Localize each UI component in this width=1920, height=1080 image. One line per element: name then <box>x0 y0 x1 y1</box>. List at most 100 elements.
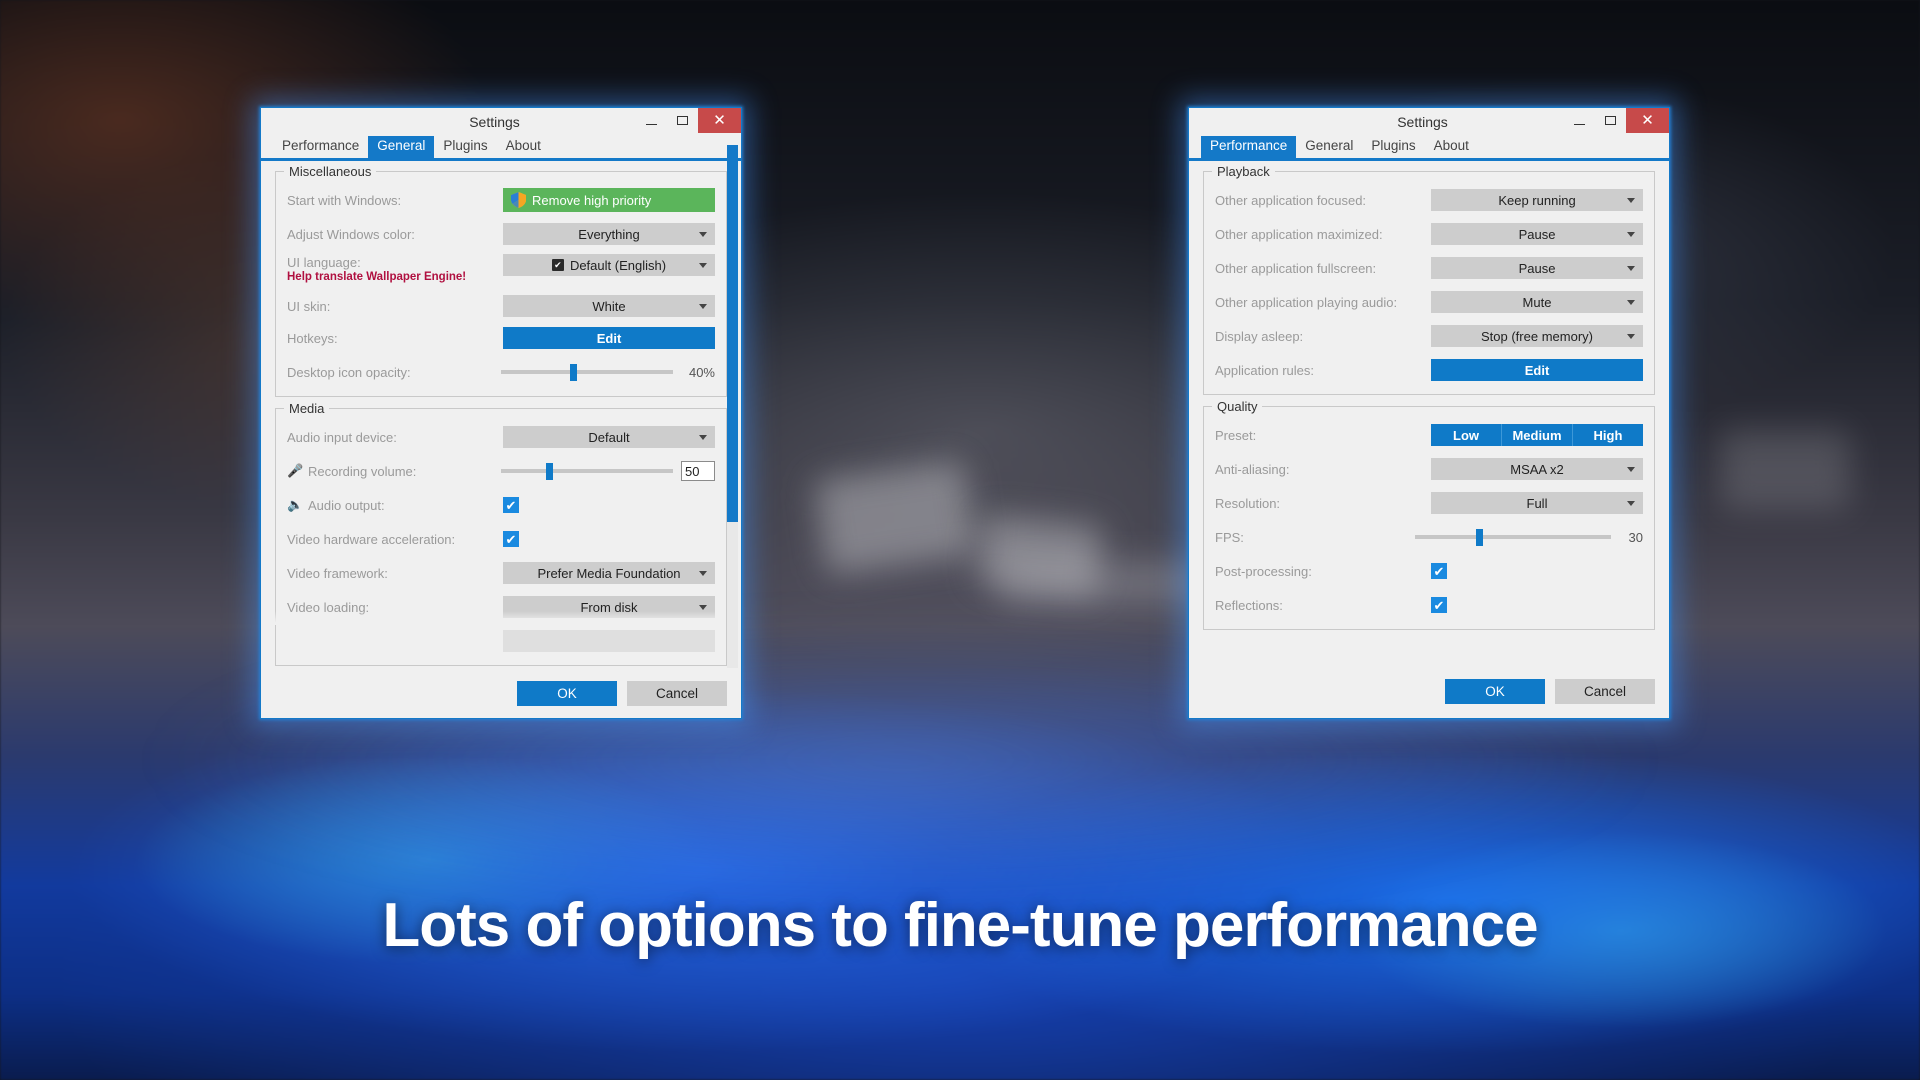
ui-language-select[interactable]: ✔ Default (English) <box>503 254 715 276</box>
cancel-button[interactable]: Cancel <box>627 681 727 706</box>
application-rules-edit-button[interactable]: Edit <box>1431 359 1643 381</box>
display-asleep-value: Stop (free memory) <box>1481 328 1593 344</box>
tab-performance[interactable]: Performance <box>273 135 368 158</box>
row-other-application-fullscreen: Other application fullscreen: Pause <box>1215 254 1643 282</box>
control-other-application-fullscreen: Pause <box>1431 257 1643 279</box>
row-start-with-windows: Start with Windows: Remove high priority <box>287 186 715 214</box>
row-video-loading: Video loading: From disk <box>287 593 715 621</box>
group-title-quality: Quality <box>1212 399 1263 414</box>
recording-volume-slider[interactable] <box>501 460 673 482</box>
chevron-down-icon <box>699 435 707 440</box>
anti-aliasing-select[interactable]: MSAA x2 <box>1431 458 1643 480</box>
label-video-hardware-acceleration: Video hardware acceleration: <box>287 531 456 547</box>
label-other-application-maximized: Other application maximized: <box>1215 226 1383 242</box>
settings-content: Miscellaneous Start with Windows: Remove… <box>261 161 741 673</box>
chevron-down-icon <box>1627 334 1635 339</box>
ok-button[interactable]: OK <box>1445 679 1545 704</box>
audio-output-checkbox[interactable]: ✔ <box>503 497 519 513</box>
label-display-asleep: Display asleep: <box>1215 328 1304 344</box>
post-processing-checkbox[interactable]: ✔ <box>1431 563 1447 579</box>
slider-thumb[interactable] <box>1475 529 1483 546</box>
preset-option-medium[interactable]: Medium <box>1502 424 1573 446</box>
label-video-framework: Video framework: <box>287 565 388 581</box>
control-fps: 30 <box>1415 526 1643 548</box>
row-audio-input-device: Audio input device: Default <box>287 423 715 451</box>
tabstrip: Performance General Plugins About <box>1189 134 1669 161</box>
preset-segmented-control: Low Medium High <box>1431 424 1643 446</box>
video-loading-select[interactable]: From disk <box>503 596 715 618</box>
titlebar[interactable]: Settings ✕ <box>261 108 741 136</box>
adjust-windows-color-select[interactable]: Everything <box>503 223 715 245</box>
display-asleep-select[interactable]: Stop (free memory) <box>1431 325 1643 347</box>
other-application-maximized-select[interactable]: Pause <box>1431 223 1643 245</box>
settings-dialog-general: Settings ✕ Performance General Plugins A… <box>260 107 742 719</box>
other-application-playing-audio-select[interactable]: Mute <box>1431 291 1643 313</box>
tab-plugins[interactable]: Plugins <box>1362 135 1424 158</box>
hidden-select[interactable] <box>503 630 715 652</box>
control-video-hardware-acceleration: ✔ <box>503 531 715 547</box>
video-framework-select[interactable]: Prefer Media Foundation <box>503 562 715 584</box>
other-application-focused-select[interactable]: Keep running <box>1431 189 1643 211</box>
preset-option-high[interactable]: High <box>1573 424 1643 446</box>
control-video-framework: Prefer Media Foundation <box>503 562 715 584</box>
tab-about[interactable]: About <box>1425 135 1478 158</box>
remove-high-priority-button[interactable]: Remove high priority <box>503 188 715 212</box>
minimize-button[interactable] <box>636 108 667 133</box>
control-ui-skin: White <box>503 295 715 317</box>
row-ui-skin: UI skin: White <box>287 294 715 318</box>
group-title-playback: Playback <box>1212 164 1275 179</box>
scrollbar-thumb[interactable] <box>727 145 738 522</box>
reflections-checkbox[interactable]: ✔ <box>1431 597 1447 613</box>
video-hardware-acceleration-checkbox[interactable]: ✔ <box>503 531 519 547</box>
label-other-application-focused: Other application focused: <box>1215 192 1367 208</box>
anti-aliasing-value: MSAA x2 <box>1510 461 1564 477</box>
label-preset: Preset: <box>1215 427 1257 443</box>
tab-about[interactable]: About <box>497 135 550 158</box>
control-video-loading: From disk <box>503 596 715 618</box>
chevron-down-icon <box>699 304 707 309</box>
settings-dialog-performance: Settings ✕ Performance General Plugins A… <box>1188 107 1670 719</box>
tab-general[interactable]: General <box>368 134 435 158</box>
close-button[interactable]: ✕ <box>1626 108 1669 133</box>
tab-performance[interactable]: Performance <box>1201 134 1297 158</box>
other-application-focused-value: Keep running <box>1498 192 1576 208</box>
fps-value: 30 <box>1628 529 1643 545</box>
maximize-button[interactable] <box>1595 108 1626 133</box>
label-reflections: Reflections: <box>1215 597 1283 613</box>
other-application-playing-audio-value: Mute <box>1522 294 1552 310</box>
resolution-select[interactable]: Full <box>1431 492 1643 514</box>
cancel-button[interactable]: Cancel <box>1555 679 1655 704</box>
row-video-hardware-acceleration: Video hardware acceleration: ✔ <box>287 525 715 553</box>
maximize-button[interactable] <box>667 108 698 133</box>
minimize-button[interactable] <box>1564 108 1595 133</box>
vertical-scrollbar[interactable] <box>727 145 738 668</box>
slider-thumb[interactable] <box>545 463 553 480</box>
control-partial-hidden <box>503 630 715 652</box>
tab-plugins[interactable]: Plugins <box>434 135 496 158</box>
preset-option-low[interactable]: Low <box>1431 424 1502 446</box>
desktop-icon-opacity-slider[interactable] <box>501 361 673 383</box>
ui-skin-select[interactable]: White <box>503 295 715 317</box>
label-hotkeys: Hotkeys: <box>287 330 338 346</box>
control-adjust-windows-color: Everything <box>503 223 715 245</box>
adjust-windows-color-value: Everything <box>578 226 640 242</box>
video-loading-value: From disk <box>580 599 638 615</box>
ok-button[interactable]: OK <box>517 681 617 706</box>
group-playback: Playback Other application focused: Keep… <box>1203 164 1655 395</box>
other-application-fullscreen-select[interactable]: Pause <box>1431 257 1643 279</box>
close-button[interactable]: ✕ <box>698 108 741 133</box>
control-anti-aliasing: MSAA x2 <box>1431 458 1643 480</box>
fps-slider[interactable] <box>1415 526 1611 548</box>
audio-input-device-select[interactable]: Default <box>503 426 715 448</box>
tab-general[interactable]: General <box>1296 135 1362 158</box>
help-translate-link[interactable]: Help translate Wallpaper Engine! <box>287 271 466 283</box>
titlebar[interactable]: Settings ✕ <box>1189 108 1669 136</box>
speaker-icon: 🔈 <box>287 497 304 512</box>
hotkeys-edit-button[interactable]: Edit <box>503 327 715 349</box>
recording-volume-input[interactable]: 50 <box>681 461 715 481</box>
tabstrip: Performance General Plugins About <box>261 134 741 161</box>
label-video-loading: Video loading: <box>287 599 370 615</box>
label-adjust-windows-color: Adjust Windows color: <box>287 226 415 242</box>
label-recording-volume: 🎤 Recording volume: <box>287 463 416 479</box>
slider-thumb[interactable] <box>569 364 577 381</box>
